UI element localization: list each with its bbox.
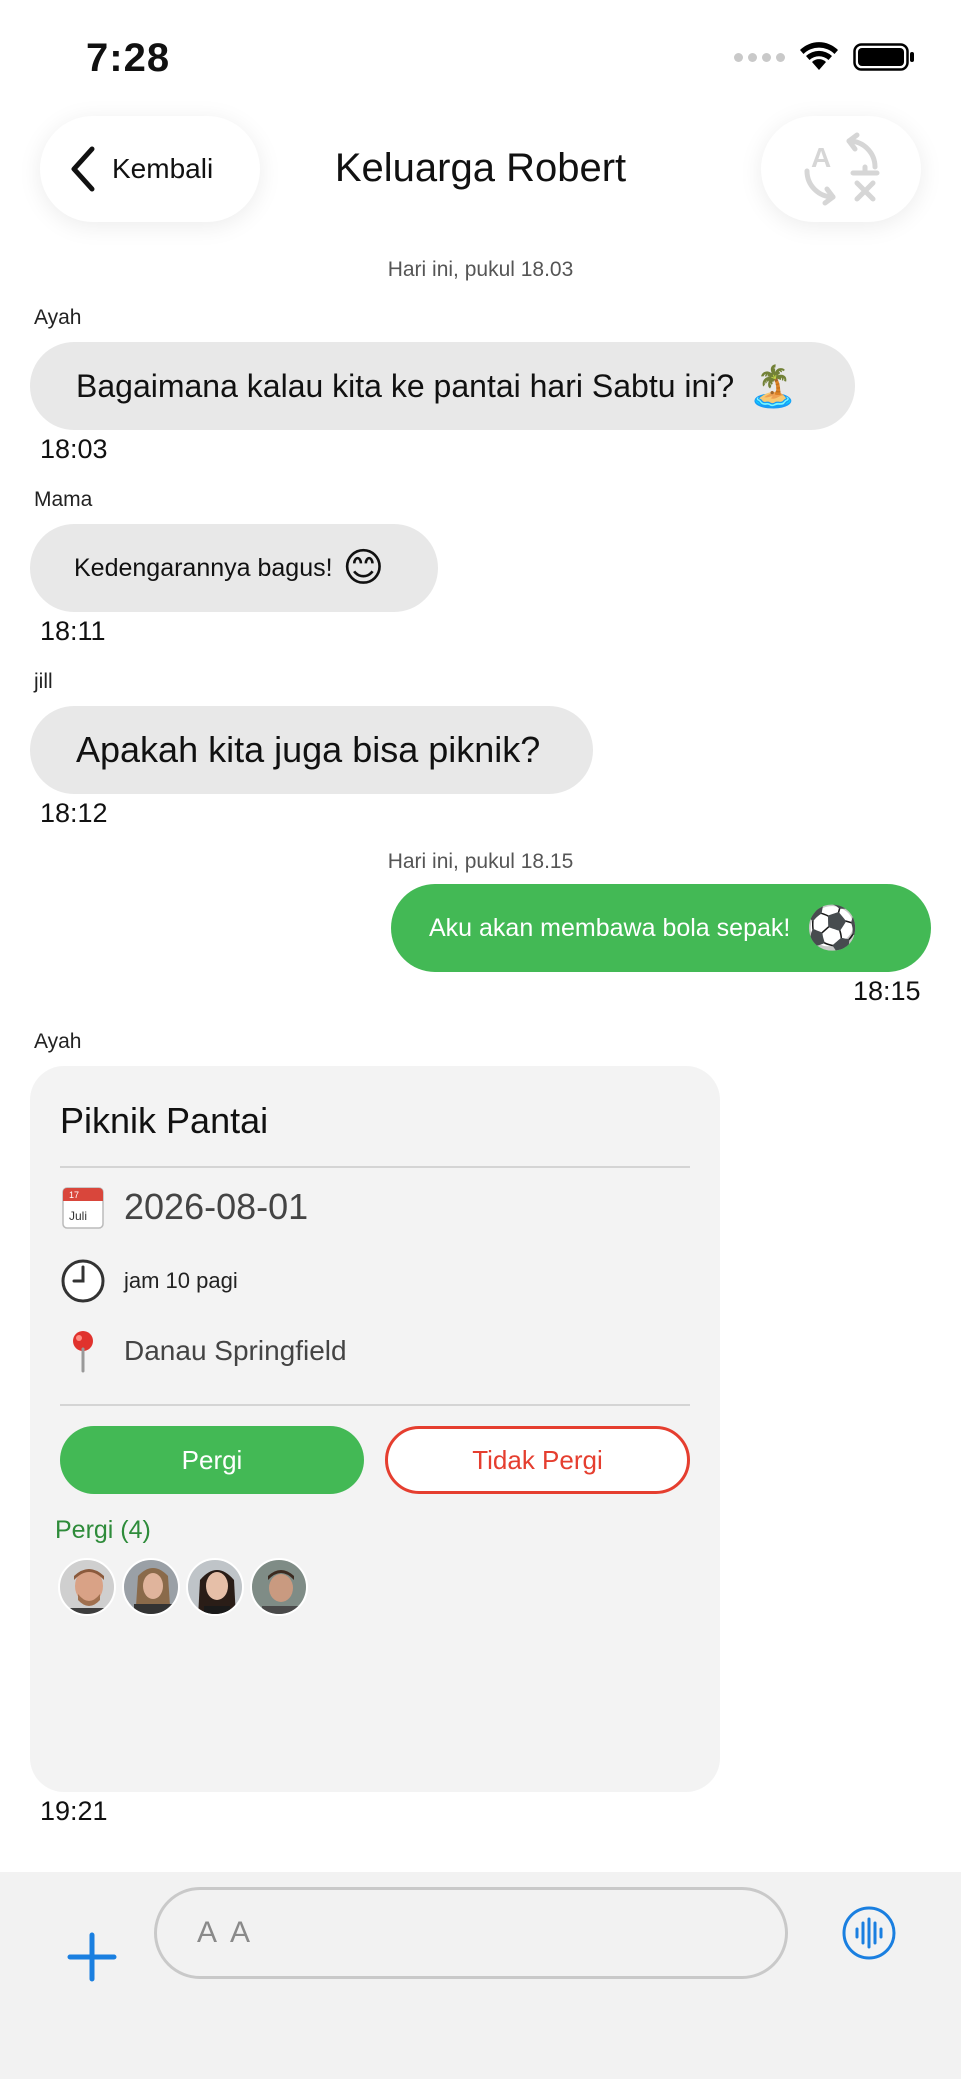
cellular-signal-icon — [734, 52, 785, 62]
message-time: 18:15 — [853, 976, 921, 1006]
message-text: Aku akan membawa bola sepak! — [429, 913, 791, 942]
message-bubble[interactable]: Kedengarannya bagus! 😊 — [30, 524, 438, 612]
sender-name: jill — [34, 670, 53, 693]
go-button[interactable]: Pergi — [60, 1426, 364, 1494]
event-date: 2026-08-01 — [124, 1186, 309, 1227]
avatar[interactable] — [186, 1558, 244, 1616]
status-icons — [734, 42, 915, 72]
divider — [60, 1166, 690, 1168]
smile-emoji-icon: 😊 — [342, 546, 385, 590]
message-text: Kedengarannya bagus! — [74, 553, 333, 582]
soccer-ball-emoji-icon: ⚽ — [806, 903, 859, 951]
outgoing-message-bubble[interactable]: Aku akan membawa bola sepak! ⚽ — [391, 884, 931, 972]
event-title: Piknik Pantai — [60, 1100, 269, 1141]
translate-button[interactable]: A — [761, 116, 921, 222]
calendar-month: Juli — [69, 1209, 87, 1223]
message-text: Apakah kita juga bisa piknik? — [76, 729, 541, 770]
calendar-day: 17 — [69, 1190, 79, 1200]
clock-icon — [60, 1258, 106, 1304]
wifi-icon — [800, 42, 838, 70]
avatar[interactable] — [122, 1558, 180, 1616]
pin-icon — [60, 1328, 106, 1374]
sender-name: Ayah — [34, 306, 82, 329]
status-time: 7:28 — [86, 36, 171, 80]
event-date-row: 17 Juli 2026-08-01 — [60, 1184, 308, 1230]
message-time: 18:12 — [40, 798, 108, 828]
composer-bar — [0, 1872, 961, 2079]
message-text: Bagaimana kalau kita ke pantai hari Sabt… — [76, 367, 735, 404]
beach-emoji-icon: 🏝️ — [748, 364, 799, 409]
message-bubble[interactable]: Apakah kita juga bisa piknik? — [30, 706, 593, 794]
status-bar: 7:28 — [0, 0, 961, 110]
divider — [60, 1404, 690, 1406]
svg-text:A: A — [811, 142, 831, 173]
going-count: Pergi (4) — [55, 1516, 151, 1544]
add-attachment-button[interactable] — [62, 1927, 122, 1987]
day-label: Hari ini, pukul 18.03 — [387, 258, 574, 281]
translate-icon: A — [804, 132, 880, 206]
message-input[interactable] — [154, 1887, 788, 1979]
sender-name: Ayah — [34, 1030, 82, 1053]
chat-header: Kembali Keluarga Robert A — [0, 110, 961, 240]
message-time: 18:11 — [40, 616, 106, 646]
avatar[interactable] — [58, 1558, 116, 1616]
event-location-row: Danau Springfield — [60, 1328, 347, 1374]
calendar-icon: 17 Juli — [60, 1184, 106, 1230]
event-location: Danau Springfield — [124, 1335, 347, 1366]
voice-input-button[interactable] — [841, 1905, 897, 1961]
not-going-button[interactable]: Tidak Pergi — [385, 1426, 690, 1494]
sender-name: Mama — [34, 488, 93, 511]
message-bubble[interactable]: Bagaimana kalau kita ke pantai hari Sabt… — [30, 342, 855, 430]
attendee-avatars — [58, 1558, 308, 1616]
avatar[interactable] — [250, 1558, 308, 1616]
event-time: jam 10 pagi — [124, 1268, 238, 1293]
plus-icon — [67, 1932, 117, 1982]
message-time: 18:03 — [40, 434, 108, 464]
event-time-row: jam 10 pagi — [60, 1258, 238, 1304]
waveform-icon — [842, 1906, 896, 1960]
battery-icon — [853, 43, 914, 71]
message-time: 19:21 — [40, 1796, 108, 1826]
day-label: Hari ini, pukul 18.15 — [387, 850, 574, 873]
event-card: Piknik Pantai 17 Juli 2026-08-01 jam 10 … — [30, 1066, 720, 1792]
